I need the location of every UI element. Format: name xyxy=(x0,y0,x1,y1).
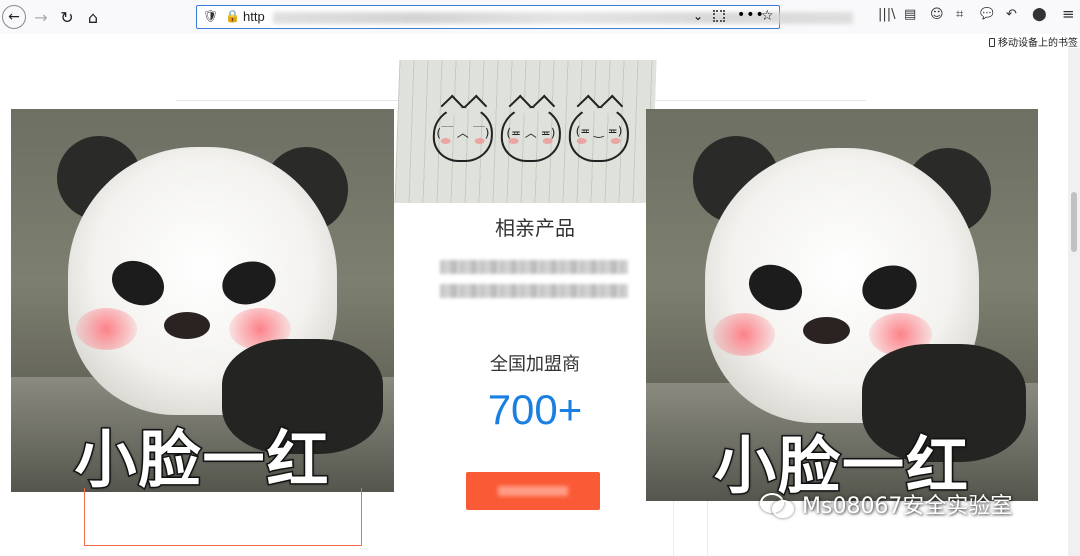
cat-doodle: (≖ ︿ ≖) xyxy=(499,106,562,162)
sidebar-icon[interactable]: ▤ xyxy=(904,7,916,22)
reload-button[interactable]: ↻ xyxy=(54,4,80,30)
scrollbar-thumb[interactable] xyxy=(1071,192,1077,252)
cat-doodle-image: (￣ ︿ ￣) (≖ ︿ ≖) (≖ ‿ ≖) xyxy=(394,60,657,203)
blurred-text xyxy=(440,260,628,274)
cat-doodle: (￣ ︿ ￣) xyxy=(431,106,494,162)
blurred-button-label xyxy=(498,486,568,496)
account-icon[interactable]: ☺ xyxy=(930,7,944,22)
cta-button[interactable] xyxy=(466,472,600,510)
url-text[interactable]: http xyxy=(243,9,265,24)
panda-meme-left: 小脸一红 xyxy=(11,109,394,492)
back-button[interactable]: ← xyxy=(2,5,26,29)
browser-toolbar: ← → ↻ ⌂ 🛡 🔒 http ⌄ ••• ☆ |||\ ▤ ☺ ⌗ 💬 ↶ … xyxy=(0,0,1080,34)
cat-doodle: (≖ ‿ ≖) xyxy=(567,106,630,162)
franchise-label: 全国加盟商 xyxy=(490,354,580,375)
shield-icon[interactable]: 🛡 xyxy=(203,9,218,23)
chat-icon[interactable]: 💬 xyxy=(980,7,994,20)
mobile-bookmarks[interactable]: 移动设备上的书签 xyxy=(989,34,1078,49)
forward-button[interactable]: → xyxy=(28,4,54,30)
meme-caption: 小脸一红 xyxy=(73,422,331,493)
extension-icon[interactable]: ⬤ xyxy=(1032,7,1047,22)
watermark: Ms08067安全实验室 xyxy=(760,488,1012,520)
menu-icon[interactable]: ≡ xyxy=(1062,5,1075,23)
watermark-text: Ms08067安全实验室 xyxy=(802,494,1013,519)
card-frame xyxy=(84,488,362,546)
product-title: 相亲产品 xyxy=(495,216,575,240)
franchise-count: 700+ xyxy=(487,386,583,433)
home-button[interactable]: ⌂ xyxy=(80,4,106,30)
reload-icon: ↻ xyxy=(60,7,74,27)
undo-icon[interactable]: ↶ xyxy=(1006,7,1017,22)
web-page: 小脸一红 (￣ ︿ ￣) (≖ ︿ ≖) (≖ ‿ ≖) 相亲产品 全国加盟商 … xyxy=(0,48,1080,556)
screenshot-icon[interactable]: ⌗ xyxy=(956,7,963,22)
home-icon: ⌂ xyxy=(87,7,99,27)
back-arrow-icon: ← xyxy=(8,9,20,25)
chevron-down-icon[interactable]: ⌄ xyxy=(693,9,703,23)
blurred-text xyxy=(440,284,628,298)
forward-arrow-icon: → xyxy=(34,7,48,27)
lock-icon[interactable]: 🔒 xyxy=(225,9,240,23)
wechat-icon xyxy=(760,491,796,519)
vertical-scrollbar[interactable] xyxy=(1068,48,1080,556)
panda-meme-right: 小脸一红 xyxy=(646,109,1038,501)
qr-code-icon[interactable] xyxy=(713,10,725,22)
library-icon[interactable]: |||\ xyxy=(878,7,896,22)
url-bar[interactable]: 🛡 🔒 http ⌄ ••• ☆ xyxy=(196,5,853,29)
bookmark-star-icon[interactable]: ☆ xyxy=(761,8,774,24)
phone-icon xyxy=(989,38,995,47)
